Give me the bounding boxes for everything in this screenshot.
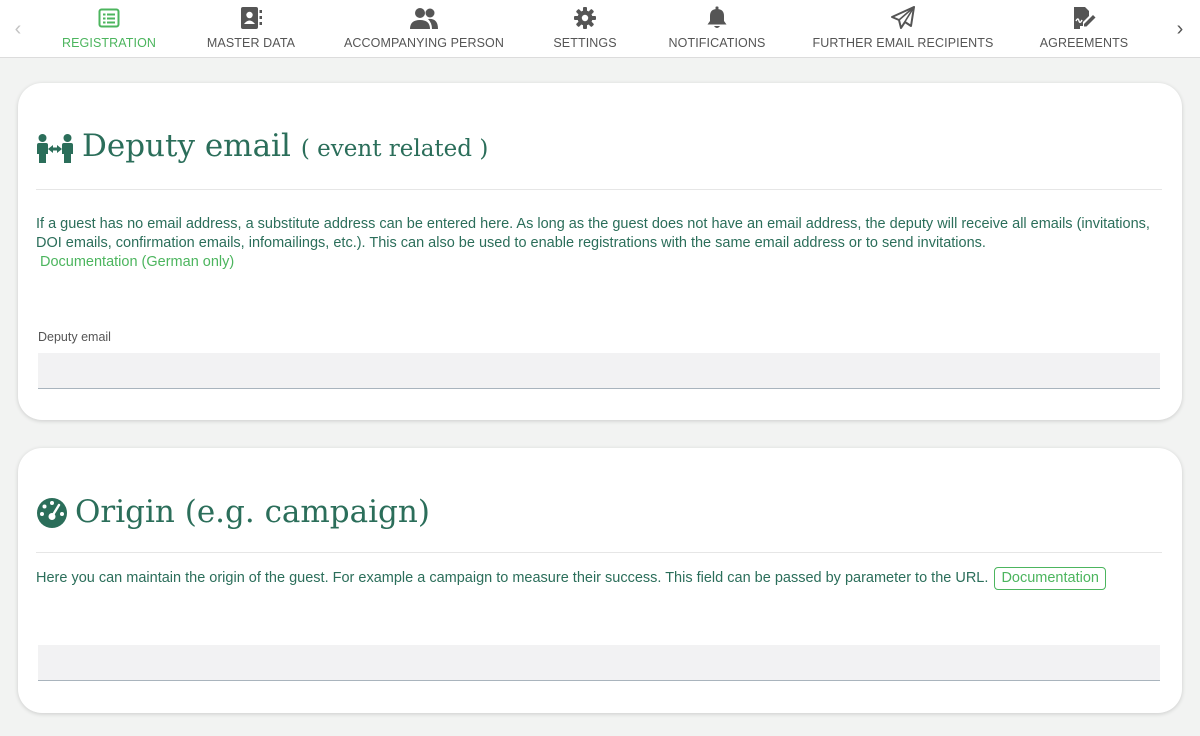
origin-title: Origin (e.g. campaign) <box>75 494 430 530</box>
deputy-email-input[interactable] <box>38 353 1160 389</box>
paper-plane-icon <box>890 5 916 31</box>
users-icon <box>409 5 439 31</box>
tab-accompanying-person[interactable]: ACCOMPANYING PERSON <box>343 0 505 58</box>
tab-bar: ‹ REGISTRATION MASTER DATA ACCOMPANYING … <box>0 0 1200 58</box>
gear-icon <box>573 5 597 31</box>
bell-icon <box>706 5 728 31</box>
description-text: If a guest has no email address, a subst… <box>36 216 1150 251</box>
signature-icon <box>1071 5 1097 31</box>
deputy-email-label: Deputy email <box>38 330 111 344</box>
tab-settings[interactable]: SETTINGS <box>550 0 620 58</box>
card-divider <box>36 189 1162 190</box>
description-text: Here you can maintain the origin of the … <box>36 570 989 586</box>
card-title-text: Origin (e.g. campaign) <box>75 494 430 530</box>
documentation-german-link[interactable]: Documentation (German only) <box>40 254 234 270</box>
tabs-next-arrow[interactable]: › <box>1168 14 1192 44</box>
deputy-email-title: Deputy email ( event related ) <box>82 128 488 164</box>
tabs-prev-arrow[interactable]: ‹ <box>6 14 30 44</box>
tab-master-data[interactable]: MASTER DATA <box>205 0 297 58</box>
card-title-text: Deputy email <box>82 128 291 164</box>
tab-notifications[interactable]: NOTIFICATIONS <box>668 0 766 58</box>
dashboard-gauge-icon <box>36 497 68 534</box>
tab-label: AGREEMENTS <box>1039 35 1129 51</box>
tab-label: SETTINGS <box>553 35 617 51</box>
tab-label: REGISTRATION <box>61 35 157 51</box>
origin-card: Origin (e.g. campaign) Here you can main… <box>18 448 1182 713</box>
tab-registration[interactable]: REGISTRATION <box>62 0 156 58</box>
deputy-email-card: Deputy email ( event related ) If a gues… <box>18 83 1182 420</box>
registration-list-icon <box>98 5 120 31</box>
documentation-button[interactable]: Documentation <box>994 567 1106 590</box>
tab-label: MASTER DATA <box>206 35 296 51</box>
origin-input[interactable] <box>38 645 1160 681</box>
deputy-people-icon <box>36 133 74 170</box>
tab-label: ACCOMPANYING PERSON <box>343 35 505 51</box>
tab-label: NOTIFICATIONS <box>668 35 766 51</box>
origin-description: Here you can maintain the origin of the … <box>36 566 1156 590</box>
tab-further-email-recipients[interactable]: FURTHER EMAIL RECIPIENTS <box>812 0 994 58</box>
contact-card-icon <box>239 5 263 31</box>
tab-agreements[interactable]: AGREEMENTS <box>1038 0 1130 58</box>
card-subtitle: ( event related ) <box>300 136 489 162</box>
tab-label: FURTHER EMAIL RECIPIENTS <box>812 35 994 51</box>
card-divider <box>36 552 1162 553</box>
deputy-email-description: If a guest has no email address, a subst… <box>36 215 1156 272</box>
